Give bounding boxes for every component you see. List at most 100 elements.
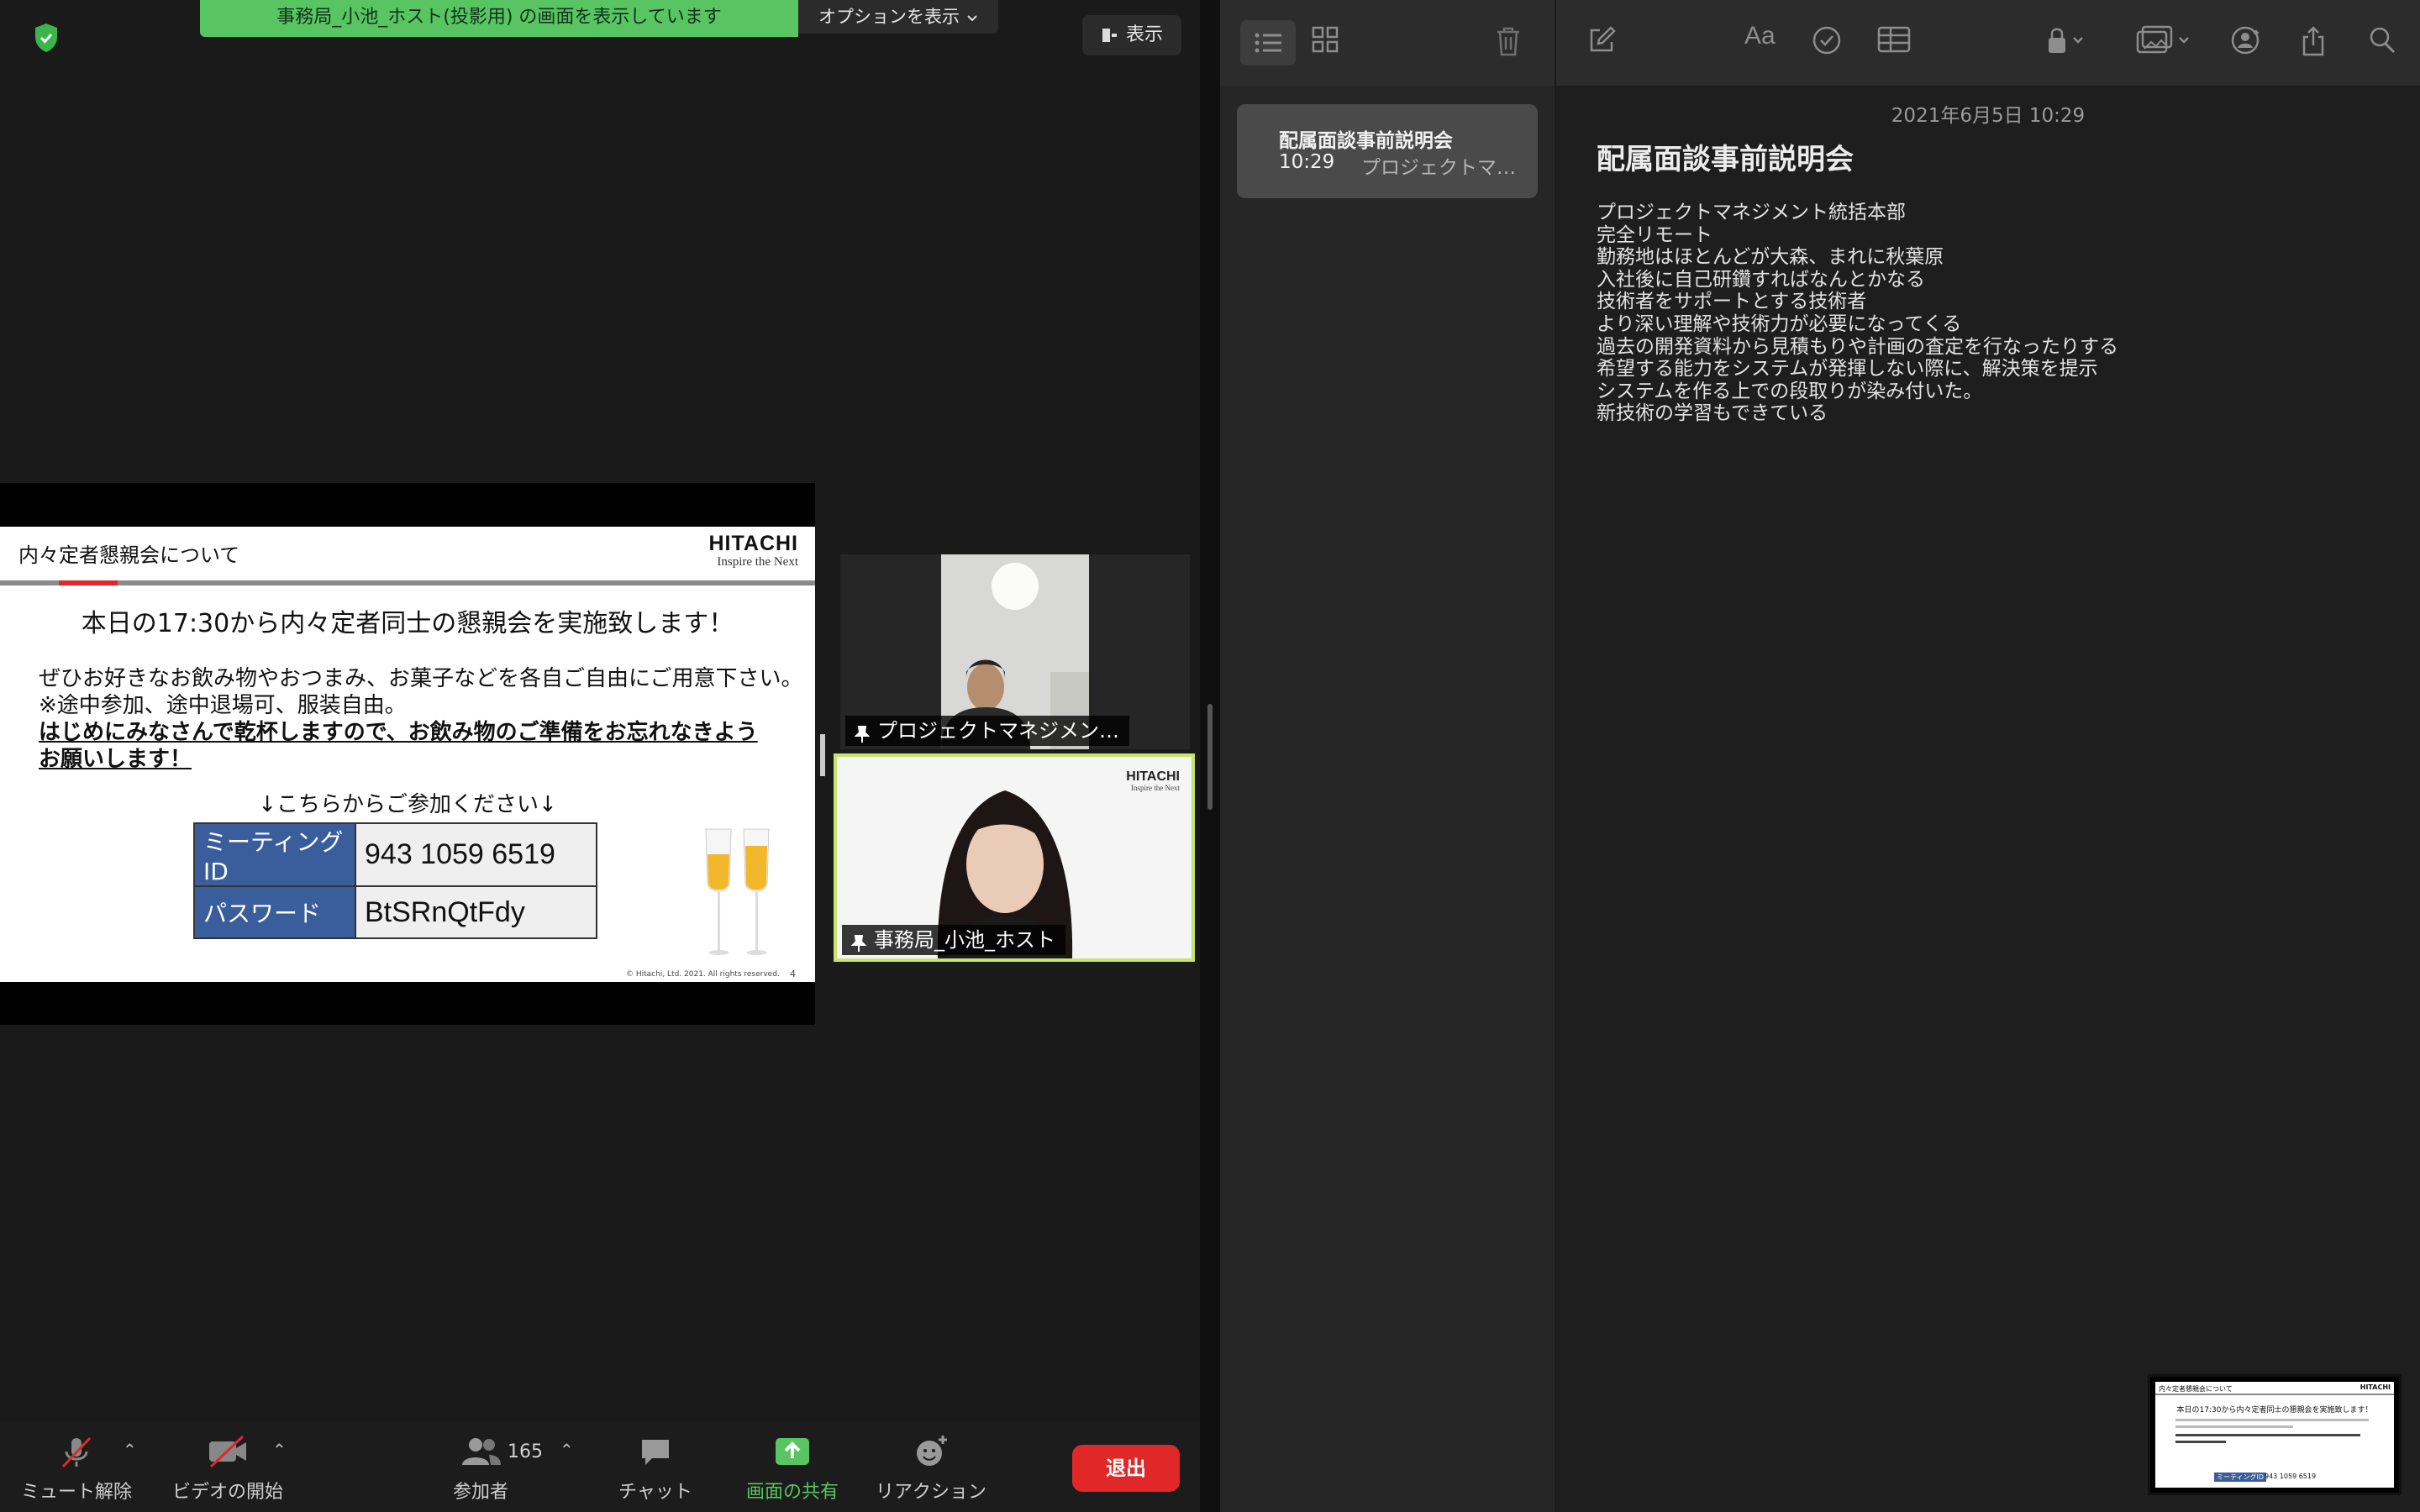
compose-icon[interactable] (1586, 25, 1617, 59)
screen-share-banner: 事務局_小池_ホスト(投影用) の画面を表示しています (200, 0, 798, 37)
view-options-button[interactable]: オプションを表示 (798, 0, 998, 34)
media-icon[interactable] (2136, 25, 2195, 59)
slide-page-number: 4 (790, 969, 796, 979)
lock-icon[interactable] (2045, 25, 2089, 59)
note-line: より深い理解や技術力が必要になってくる (1597, 312, 1962, 335)
thumbnail-text-line (2175, 1425, 2293, 1428)
slide-copyright: © Hitachi, Ltd. 2021. All rights reserve… (626, 970, 780, 979)
thumbnail-brand: HITACHI (2360, 1383, 2391, 1391)
note-line: 勤務地はほとんどが大森、まれに秋葉原 (1597, 246, 1944, 269)
note-line: システムを作る上での段取りが染み付いた。 (1597, 380, 1983, 402)
reactions-button[interactable]: リアクション (871, 1433, 992, 1504)
table-row: パスワード BtSRnQtFdy (193, 885, 597, 939)
thumbnail-slide: 内々定者懇親会について HITACHI 本日の17:30から内々定者同士の懇親会… (2155, 1382, 2394, 1488)
svg-text:Inspire the Next: Inspire the Next (1131, 784, 1180, 792)
hitachi-logo: HITACHI Inspire the Next (708, 532, 798, 569)
slide-divider (0, 580, 815, 585)
audio-options-caret[interactable]: ⌃ (123, 1440, 137, 1460)
slide-headline: 本日の17:30から内々定者同士の懇親会を実施致します！ (81, 609, 734, 638)
unmute-button[interactable]: ミュート解除 (13, 1433, 139, 1504)
active-speaker-video-tile[interactable]: HITACHI Inspire the Next 事務局_小池_ホスト (834, 753, 1195, 962)
note-list-time: 10:29 (1279, 151, 1335, 173)
format-icon[interactable]: Aa (1744, 22, 1776, 50)
note-body[interactable]: プロジェクトマネジメント統括本部 完全リモート 勤務地はほとんどが大森、まれに秋… (1597, 202, 2118, 425)
collaborate-icon[interactable] (2228, 25, 2262, 59)
trash-icon[interactable] (1494, 25, 1523, 60)
share-screen-button[interactable]: 画面の共有 (738, 1433, 847, 1504)
notes-window: Aa 配属面談事前説明会 10:29 プロジェクトマ… 2021年6月5日 10… (1220, 0, 2420, 1512)
shared-screen-thumbnail[interactable]: 内々定者懇親会について HITACHI 本日の17:30から内々定者同士の懇親会… (2148, 1374, 2402, 1495)
pin-icon (850, 931, 867, 955)
video-options-caret[interactable]: ⌃ (272, 1440, 287, 1460)
note-list-preview: プロジェクトマ… (1361, 157, 1516, 179)
password-label: パスワード (193, 885, 356, 939)
security-shield-icon[interactable] (29, 20, 64, 55)
thumbnail-text-line (2175, 1419, 2369, 1421)
note-line: 希望する能力をシステムが発揮しない際に、解決策を提示 (1597, 358, 2098, 381)
shared-screen: 内々定者懇親会について HITACHI Inspire the Next 本日の… (0, 483, 815, 1025)
note-line: 入社後に自己研鑽すればなんとかなる (1597, 268, 1925, 291)
thumbnail-meeting-id-label: ミーティングID (2214, 1473, 2267, 1482)
slide-divider-accent (59, 580, 118, 585)
note-title[interactable]: 配属面談事前説明会 (1597, 136, 1854, 177)
checklist-icon[interactable] (1812, 25, 1842, 59)
search-icon[interactable] (2368, 25, 2396, 59)
pin-icon (854, 722, 871, 746)
note-editor[interactable]: 2021年6月5日 10:29 配属面談事前説明会 プロジェクトマネジメント統括… (1556, 86, 2420, 1512)
thumbnail-meeting-id: 943 1059 6519 (2265, 1473, 2317, 1480)
meeting-toolbar: ミュート解除 ⌃ ビデオの開始 ⌃ 参加者 165 ⌃ チャット 画面の共有 リ… (0, 1421, 1200, 1512)
note-line: 新技術の学習もできている (1597, 402, 1828, 425)
participant-count: 165 (508, 1441, 543, 1462)
slide-body: ぜひお好きなお飲み物やおつまみ、お菓子などを各自ご自由にご用意下さい。 ※途中参… (39, 665, 803, 773)
split-view-resize-handle[interactable] (1207, 704, 1213, 810)
chat-button[interactable]: チャット (605, 1433, 706, 1504)
participant-name: プロジェクトマネジメン… (845, 716, 1129, 746)
list-view-icon[interactable] (1240, 20, 1296, 66)
share-icon[interactable] (2301, 25, 2326, 60)
microphone-muted-icon (13, 1433, 139, 1470)
chat-icon (605, 1433, 706, 1470)
note-list-item[interactable]: 配属面談事前説明会 10:29 プロジェクトマ… (1237, 104, 1538, 198)
notes-toolbar: Aa (1220, 0, 2420, 87)
password-value: BtSRnQtFdy (355, 885, 597, 939)
meeting-id-value: 943 1059 6519 (355, 822, 597, 887)
slide-join-instruction: ↓こちらからご参加ください↓ (258, 792, 557, 817)
leave-meeting-button[interactable]: 退出 (1072, 1445, 1180, 1492)
thumbnail-text-line (2175, 1434, 2360, 1436)
note-date: 2021年6月5日 10:29 (1891, 105, 2086, 127)
svg-text:HITACHI: HITACHI (1126, 769, 1180, 784)
notes-list: 配属面談事前説明会 10:29 プロジェクトマ… (1220, 86, 1556, 1512)
slide-line: ぜひお好きなお飲み物やおつまみ、お菓子などを各自ご自由にご用意下さい。 (39, 666, 803, 691)
note-line: 技術者をサポートとする技術者 (1597, 291, 1867, 313)
participant-video-tile[interactable]: プロジェクトマネジメン… (840, 554, 1190, 749)
participant-name: 事務局_小池_ホスト (842, 925, 1065, 955)
table-row: ミーティングID 943 1059 6519 (193, 822, 597, 887)
thumbnail-rule (2155, 1394, 2394, 1395)
meeting-info-table: ミーティングID 943 1059 6519 パスワード BtSRnQtFdy (193, 822, 597, 939)
view-label: 表示 (1125, 24, 1163, 45)
participants-options-caret[interactable]: ⌃ (560, 1440, 574, 1460)
slide-line-emphasis: はじめにみなさんで乾杯しますので、お飲み物のご準備をお忘れなきよう (39, 720, 758, 745)
thumbnail-headline: 本日の17:30から内々定者同士の懇親会を実施致します！ (2176, 1406, 2373, 1415)
note-line: 過去の開発資料から見積もりや計画の査定を行なったりする (1597, 335, 2118, 358)
slide-title: 内々定者懇親会について (18, 543, 240, 567)
meeting-id-label: ミーティングID (193, 822, 356, 887)
toolbar-separator (1555, 0, 1556, 86)
table-icon[interactable] (1877, 25, 1911, 57)
reaction-icon (871, 1433, 992, 1470)
view-options-label: オプションを表示 (818, 7, 960, 27)
view-button[interactable]: 表示 (1082, 15, 1181, 55)
slide-line: ※途中参加、途中退場可、服装自由。 (39, 693, 407, 718)
chevron-down-icon (966, 0, 978, 34)
note-list-title: 配属面談事前説明会 (1279, 130, 1453, 152)
zoom-window: 事務局_小池_ホスト(投影用) の画面を表示しています オプションを表示 表示 … (0, 0, 1200, 1512)
view-layout-icon (1102, 29, 1117, 42)
note-line: 完全リモート (1597, 223, 1712, 246)
slide-line-emphasis: お願いします！ (39, 747, 192, 772)
thumbnail-text-line (2175, 1441, 2226, 1443)
gallery-view-icon[interactable] (1311, 25, 1339, 57)
gallery-resize-handle[interactable] (820, 734, 825, 776)
thumbnail-title: 内々定者懇親会について (2159, 1385, 2233, 1393)
presentation-slide: 内々定者懇親会について HITACHI Inspire the Next 本日の… (0, 527, 815, 982)
champagne-glasses-illustration (705, 828, 770, 955)
